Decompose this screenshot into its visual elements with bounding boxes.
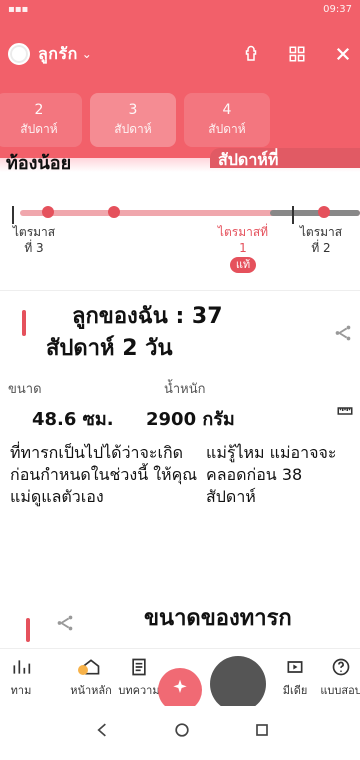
status-time: 09:37 — [323, 4, 352, 15]
timeline-dot — [42, 206, 54, 218]
timeline-rail-muted — [270, 210, 360, 216]
nav-item-chart[interactable]: ทาม — [0, 649, 48, 707]
timeline-label-trimester-1: ไตรมาสที่ 1 แท้ — [208, 224, 278, 273]
card-title: ลูกของฉัน : 37 — [72, 304, 223, 329]
section-title-right: สัปดาห์ที่ — [210, 148, 360, 169]
baby-note-left: ที่ทารกเป็นไปได้ว่าจะเกิดก่อนกำหนดในช่วง… — [10, 443, 198, 506]
notification-dot — [78, 665, 88, 675]
question-icon — [331, 657, 351, 677]
height-label: ขนาด — [8, 382, 42, 397]
card-accent — [22, 310, 26, 336]
week-chip-label: สัปดาห์ — [114, 121, 152, 136]
section-title-left: ท้องน้อย — [6, 153, 72, 174]
nav-item-home[interactable]: หน้าหลัก — [64, 649, 118, 707]
share-icon[interactable] — [332, 322, 354, 344]
status-bar: ▪▪▪ 09:37 — [8, 4, 352, 22]
profile-header: ลูกรัก ⌄ — [8, 36, 352, 72]
ruler-icon — [336, 402, 354, 420]
timeline-dot — [318, 206, 330, 218]
timeline-label-text: ไตรมาส — [299, 225, 343, 239]
chevron-down-icon[interactable]: ⌄ — [82, 47, 92, 61]
week-chip-number: 4 — [222, 101, 232, 118]
week-chip-4[interactable]: 4 สัปดาห์ — [184, 93, 270, 147]
week-chip-number: 2 — [34, 101, 44, 118]
media-icon — [285, 657, 305, 677]
fab-secondary[interactable] — [210, 656, 266, 712]
card-subtitle: สัปดาห์ 2 วัน — [46, 336, 173, 361]
timeline-label-sub: ที่ 3 — [24, 241, 44, 255]
baby-icon[interactable] — [242, 45, 260, 63]
chart-icon — [11, 657, 31, 677]
week-strip[interactable]: 2 สัปดาห์ 3 สัปดาห์ 4 สัปดาห์ — [0, 92, 360, 148]
close-icon[interactable] — [334, 45, 352, 63]
recents-icon[interactable] — [252, 720, 272, 740]
status-left: ▪▪▪ — [8, 4, 29, 15]
week-chip-2[interactable]: 2 สัปดาห์ — [0, 93, 82, 147]
timeline-tick — [12, 206, 14, 224]
baby-note-right: แม่รู้ไหม แม่อาจจะคลอดก่อน 38 สัปดาห์ — [206, 443, 337, 506]
grid-icon[interactable] — [288, 45, 306, 63]
timeline-label-sub: 1 — [239, 241, 247, 255]
home-circle-icon[interactable] — [172, 720, 192, 740]
weight-value: 2900 กรัม — [146, 409, 235, 430]
android-navbar — [0, 706, 360, 760]
timeline-label-trimester-3: ไตรมาส ที่ 3 — [4, 224, 64, 256]
timeline-label-trimester-2: ไตรมาส ที่ 2 — [286, 224, 356, 256]
profile-name[interactable]: ลูกรัก — [38, 42, 78, 67]
nav-label: หน้าหลัก — [70, 684, 112, 697]
trimester-timeline: ไตรมาส ที่ 3 ไตรมาสที่ 1 แท้ ไตรมาส ที่ … — [0, 198, 360, 273]
nav-item-question[interactable]: แบบสอบ — [314, 649, 360, 707]
nav-label: บทความ — [118, 684, 160, 697]
avatar[interactable] — [8, 43, 30, 65]
week-chip-label: สัปดาห์ — [208, 121, 246, 136]
nav-label: มีเดีย — [282, 684, 308, 697]
timeline-tick — [292, 206, 294, 224]
nav-label: แบบสอบ — [320, 684, 360, 697]
height-value: 48.6 ซม. — [32, 409, 114, 430]
weight-label: น้ำหนัก — [164, 382, 206, 397]
timeline-label-text: ไตรมาสที่ — [217, 225, 269, 239]
article-icon — [129, 657, 149, 677]
top-header: ▪▪▪ 09:37 ลูกรัก ⌄ 2 สัปดาห์ 3 สัปดาห์ 4… — [0, 0, 360, 160]
sparkle-icon — [170, 678, 190, 698]
share-icon[interactable] — [54, 612, 76, 634]
section2-title: ขนาดของทารก — [144, 606, 292, 631]
header-icons — [242, 45, 352, 63]
section2-accent — [26, 618, 30, 642]
timeline-label-text: ไตรมาส — [12, 225, 56, 239]
week-chip-label: สัปดาห์ — [20, 121, 58, 136]
back-icon[interactable] — [92, 720, 112, 740]
timeline-label-sub: ที่ 2 — [311, 241, 331, 255]
nav-label: ทาม — [10, 684, 32, 697]
nav-item-article[interactable]: บทความ — [112, 649, 166, 707]
timeline-dot — [108, 206, 120, 218]
week-chip-3[interactable]: 3 สัปดาห์ — [90, 93, 176, 147]
week-chip-number: 3 — [128, 101, 138, 118]
timeline-badge: แท้ — [229, 257, 257, 273]
